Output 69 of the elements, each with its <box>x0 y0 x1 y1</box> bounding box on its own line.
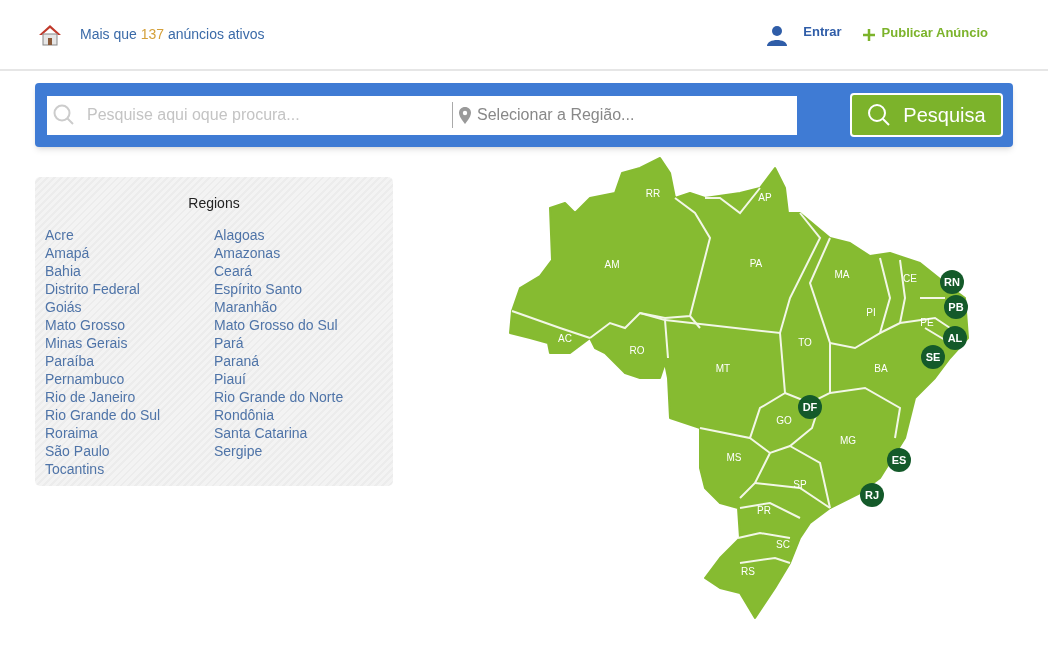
region-link[interactable]: Pará <box>214 334 244 352</box>
state-label[interactable]: SP <box>793 479 807 490</box>
region-link[interactable]: Santa Catarina <box>214 424 308 442</box>
regions-title: Regions <box>187 194 241 213</box>
state-label[interactable]: TO <box>798 337 812 348</box>
state-label[interactable]: AM <box>604 259 620 270</box>
region-link[interactable]: Paraíba <box>45 352 95 370</box>
state-label[interactable]: CE <box>903 273 917 284</box>
state-badge[interactable]: RJ <box>860 483 884 507</box>
region-link[interactable]: Rondônia <box>214 406 274 424</box>
state-badge[interactable]: SE <box>921 345 945 369</box>
state-badge[interactable]: RN <box>940 270 964 294</box>
state-label[interactable]: BA <box>874 363 888 374</box>
region-link[interactable]: Rio Grande do Sul <box>45 406 161 424</box>
state-badge[interactable]: AL <box>943 326 967 350</box>
region-link[interactable]: Alagoas <box>214 226 265 244</box>
region-link[interactable]: Tocantins <box>45 460 105 478</box>
region-link[interactable]: Pernambuco <box>45 370 125 388</box>
region-link[interactable]: Mato Grosso do Sul <box>214 316 338 334</box>
state-label[interactable]: GO <box>776 415 792 426</box>
plus-icon <box>861 27 876 42</box>
state-label[interactable]: PI <box>866 307 876 318</box>
state-label[interactable]: MA <box>834 269 850 280</box>
state-label[interactable]: PR <box>757 505 771 516</box>
state-label[interactable]: PA <box>749 258 763 269</box>
region-link[interactable]: Sergipe <box>214 442 263 460</box>
state-label[interactable]: AC <box>558 333 572 344</box>
search-icon <box>867 103 892 127</box>
region-link[interactable]: Minas Gerais <box>45 334 128 352</box>
region-link[interactable]: Roraima <box>45 424 98 442</box>
region-link[interactable]: Amapá <box>45 244 90 262</box>
house-icon[interactable] <box>38 23 62 46</box>
region-link[interactable]: Maranhão <box>214 298 278 316</box>
location-pin-icon <box>459 106 471 124</box>
state-badge[interactable]: DF <box>798 395 822 419</box>
state-label[interactable]: MS <box>726 452 742 463</box>
search-input[interactable]: Pesquise aqui oque procura... <box>87 103 447 127</box>
region-link[interactable]: Piauí <box>214 370 246 388</box>
region-link[interactable]: Distrito Federal <box>45 280 140 298</box>
state-label[interactable]: RO <box>629 345 645 356</box>
state-label[interactable]: RS <box>741 566 755 577</box>
login-link[interactable]: Entrar <box>803 21 842 42</box>
publish-ad-link[interactable]: Publicar Anúncio <box>861 26 988 43</box>
region-link[interactable]: Acre <box>45 226 74 244</box>
state-label[interactable]: MG <box>839 435 857 446</box>
region-link[interactable]: Goiás <box>45 298 82 316</box>
state-label[interactable]: MT <box>715 363 731 374</box>
state-label[interactable]: SC <box>776 539 790 550</box>
region-link[interactable]: São Paulo <box>45 442 110 460</box>
state-label[interactable]: AP <box>758 192 772 203</box>
region-link[interactable]: Bahia <box>45 262 81 280</box>
publish-ad-label: Publicar Anúncio <box>881 23 988 42</box>
user-icon <box>766 23 789 46</box>
listing-count-text: Mais que 137 anúncios ativos <box>80 25 265 44</box>
state-label[interactable]: PE <box>920 317 934 328</box>
region-link[interactable]: Espírito Santo <box>214 280 302 298</box>
state-label[interactable]: RR <box>645 188 661 199</box>
region-link[interactable]: Amazonas <box>214 244 281 262</box>
search-icon <box>53 104 75 126</box>
state-badge[interactable]: ES <box>887 448 911 472</box>
search-button[interactable]: Pesquisa <box>850 93 1003 137</box>
state-badge[interactable]: PB <box>944 295 968 319</box>
search-field[interactable]: Pesquise aqui oque procura... Selecionar a Região... <box>47 95 797 135</box>
region-link[interactable]: Mato Grosso <box>45 316 126 334</box>
region-link[interactable]: Ceará <box>214 262 253 280</box>
region-link[interactable]: Rio Grande do Norte <box>214 388 344 406</box>
region-link[interactable]: Rio de Janeiro <box>45 388 136 406</box>
region-input[interactable]: Selecionar a Região... <box>477 103 777 127</box>
region-link[interactable]: Paraná <box>214 352 260 370</box>
